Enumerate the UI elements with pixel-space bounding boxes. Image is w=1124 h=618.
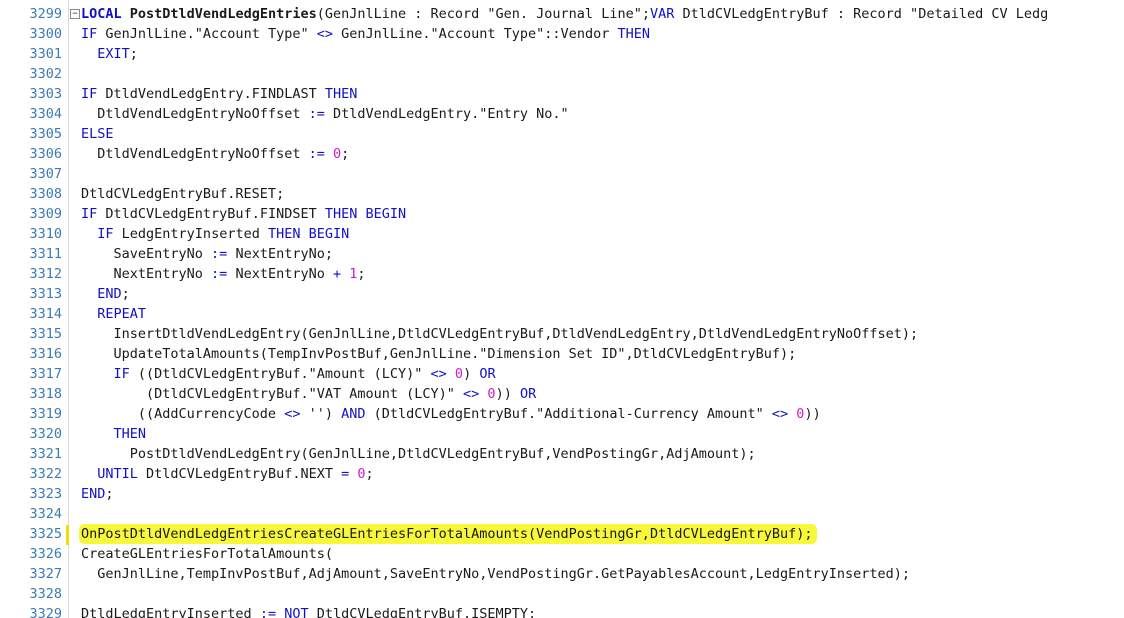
code-line[interactable]: 3326 CreateGLEntriesForTotalAmounts( [0, 544, 1124, 564]
code-text: CreateGLEntriesForTotalAmounts( [81, 546, 333, 562]
code-line[interactable]: 3302 [0, 64, 1124, 84]
code-line[interactable]: 3311 SaveEntryNo := NextEntryNo; [0, 244, 1124, 264]
line-number: 3310 [29, 226, 62, 242]
line-number: 3304 [29, 106, 62, 122]
line-number: 3301 [29, 46, 62, 62]
line-number: 3325 [29, 526, 62, 542]
code-line[interactable]: 3320 THEN [0, 424, 1124, 444]
line-number: 3322 [29, 466, 62, 482]
collapse-icon[interactable]: − [70, 9, 80, 19]
line-number: 3319 [29, 406, 62, 422]
line-number: 3308 [29, 186, 62, 202]
code-text: IF GenJnlLine."Account Type" <> GenJnlLi… [81, 26, 650, 42]
code-text: REPEAT [97, 306, 147, 322]
line-number: 3307 [29, 166, 62, 182]
code-text: EXIT; [97, 46, 138, 62]
code-line[interactable]: 3304 DtldVendLedgEntryNoOffset := DtldVe… [0, 104, 1124, 124]
code-text: UpdateTotalAmounts(TempInvPostBuf,GenJnl… [81, 346, 797, 362]
line-number: 3309 [29, 206, 62, 222]
line-number: 3299 [29, 6, 62, 22]
code-line[interactable]: 3313 END; [0, 284, 1124, 304]
code-text: DtldCVLedgEntryBuf.RESET; [81, 186, 285, 202]
code-line[interactable]: 3327 GenJnlLine,TempInvPostBuf,AdjAmount… [0, 564, 1124, 584]
line-number: 3306 [29, 146, 62, 162]
line-number: 3321 [29, 446, 62, 462]
code-line[interactable]: 3317 IF ((DtldCVLedgEntryBuf."Amount (LC… [0, 364, 1124, 384]
line-number: 3300 [29, 26, 62, 42]
code-text: UNTIL DtldCVLedgEntryBuf.NEXT = 0; [97, 466, 374, 482]
code-line[interactable]: 3300 IF GenJnlLine."Account Type" <> GenJ… [0, 24, 1124, 44]
line-number: 3318 [29, 386, 62, 402]
line-number: 3326 [29, 546, 62, 562]
code-text: NextEntryNo := NextEntryNo + 1; [81, 266, 366, 282]
code-line[interactable]: 3301 EXIT; [0, 44, 1124, 64]
code-text: IF DtldVendLedgEntry.FINDLAST THEN [81, 86, 358, 102]
code-text: END; [97, 286, 130, 302]
line-number: 3303 [29, 86, 62, 102]
code-line[interactable]: 3325 OnPostDtldVendLedgEntriesCreateGLEnt… [0, 524, 1124, 544]
line-number: 3324 [29, 506, 62, 522]
code-text: DtldVendLedgEntryNoOffset := DtldVendLed… [81, 106, 569, 122]
code-line[interactable]: 3324 [0, 504, 1124, 524]
code-editor[interactable]: 3299− LOCAL PostDtldVendLedgEntries(GenJn… [0, 0, 1124, 618]
code-text: END; [81, 486, 114, 502]
line-number: 3328 [29, 586, 62, 602]
code-text: (DtldCVLedgEntryBuf."VAT Amount (LCY)" <… [81, 386, 537, 402]
line-number: 3327 [29, 566, 62, 582]
line-number: 3314 [29, 306, 62, 322]
line-number: 3305 [29, 126, 62, 142]
code-text: IF ((DtldCVLedgEntryBuf."Amount (LCY)" <… [113, 366, 496, 382]
line-number: 3316 [29, 346, 62, 362]
code-line[interactable]: 3329 DtldLedgEntryInserted := NOT DtldCVL… [0, 604, 1124, 618]
code-text: PostDtldVendLedgEntry(GenJnlLine,DtldCVL… [81, 446, 756, 462]
code-line[interactable]: 3307 [0, 164, 1124, 184]
code-text: OnPostDtldVendLedgEntriesCreateGLEntries… [79, 524, 817, 544]
code-text: InsertDtldVendLedgEntry(GenJnlLine,DtldC… [81, 326, 919, 342]
line-number: 3312 [29, 266, 62, 282]
line-number: 3323 [29, 486, 62, 502]
line-number: 3313 [29, 286, 62, 302]
code-line[interactable]: 3303 IF DtldVendLedgEntry.FINDLAST THEN [0, 84, 1124, 104]
code-line[interactable]: 3316 UpdateTotalAmounts(TempInvPostBuf,G… [0, 344, 1124, 364]
code-line[interactable]: 3308 DtldCVLedgEntryBuf.RESET; [0, 184, 1124, 204]
code-text: LOCAL PostDtldVendLedgEntries(GenJnlLine… [81, 6, 1049, 22]
code-line[interactable]: 3319 ((AddCurrencyCode <> '') AND (DtldC… [0, 404, 1124, 424]
code-line[interactable]: 3309 IF DtldCVLedgEntryBuf.FINDSET THEN B… [0, 204, 1124, 224]
code-text: ELSE [81, 126, 114, 142]
code-text: SaveEntryNo := NextEntryNo; [81, 246, 333, 262]
code-line[interactable]: 3321 PostDtldVendLedgEntry(GenJnlLine,Dt… [0, 444, 1124, 464]
code-line[interactable]: 3305 ELSE [0, 124, 1124, 144]
highlighted-code: OnPostDtldVendLedgEntriesCreateGLEntries… [79, 524, 817, 544]
line-number: 3320 [29, 426, 62, 442]
code-line[interactable]: 3299− LOCAL PostDtldVendLedgEntries(GenJn… [0, 4, 1124, 24]
code-text: GenJnlLine,TempInvPostBuf,AdjAmount,Save… [81, 566, 911, 582]
code-text: THEN [113, 426, 147, 442]
line-number: 3302 [29, 66, 62, 82]
code-line[interactable]: 3322 UNTIL DtldCVLedgEntryBuf.NEXT = 0; [0, 464, 1124, 484]
code-line[interactable]: 3318 (DtldCVLedgEntryBuf."VAT Amount (LC… [0, 384, 1124, 404]
code-text: IF LedgEntryInserted THEN BEGIN [97, 226, 350, 242]
code-line[interactable]: 3328 [0, 584, 1124, 604]
line-number: 3315 [29, 326, 62, 342]
code-text: DtldVendLedgEntryNoOffset := 0; [81, 146, 350, 162]
code-line[interactable]: 3314 REPEAT [0, 304, 1124, 324]
line-number: 3311 [29, 246, 62, 262]
code-line[interactable]: 3315 InsertDtldVendLedgEntry(GenJnlLine,… [0, 324, 1124, 344]
code-line[interactable]: 3312 NextEntryNo := NextEntryNo + 1; [0, 264, 1124, 284]
code-line[interactable]: 3323 END; [0, 484, 1124, 504]
code-text: DtldLedgEntryInserted := NOT DtldCVLedgE… [81, 606, 537, 618]
line-number: 3317 [29, 366, 62, 382]
code-text: ((AddCurrencyCode <> '') AND (DtldCVLedg… [81, 406, 821, 422]
code-line[interactable]: 3310 IF LedgEntryInserted THEN BEGIN [0, 224, 1124, 244]
code-text: IF DtldCVLedgEntryBuf.FINDSET THEN BEGIN [81, 206, 407, 222]
line-number: 3329 [29, 606, 62, 618]
code-line[interactable]: 3306 DtldVendLedgEntryNoOffset := 0; [0, 144, 1124, 164]
